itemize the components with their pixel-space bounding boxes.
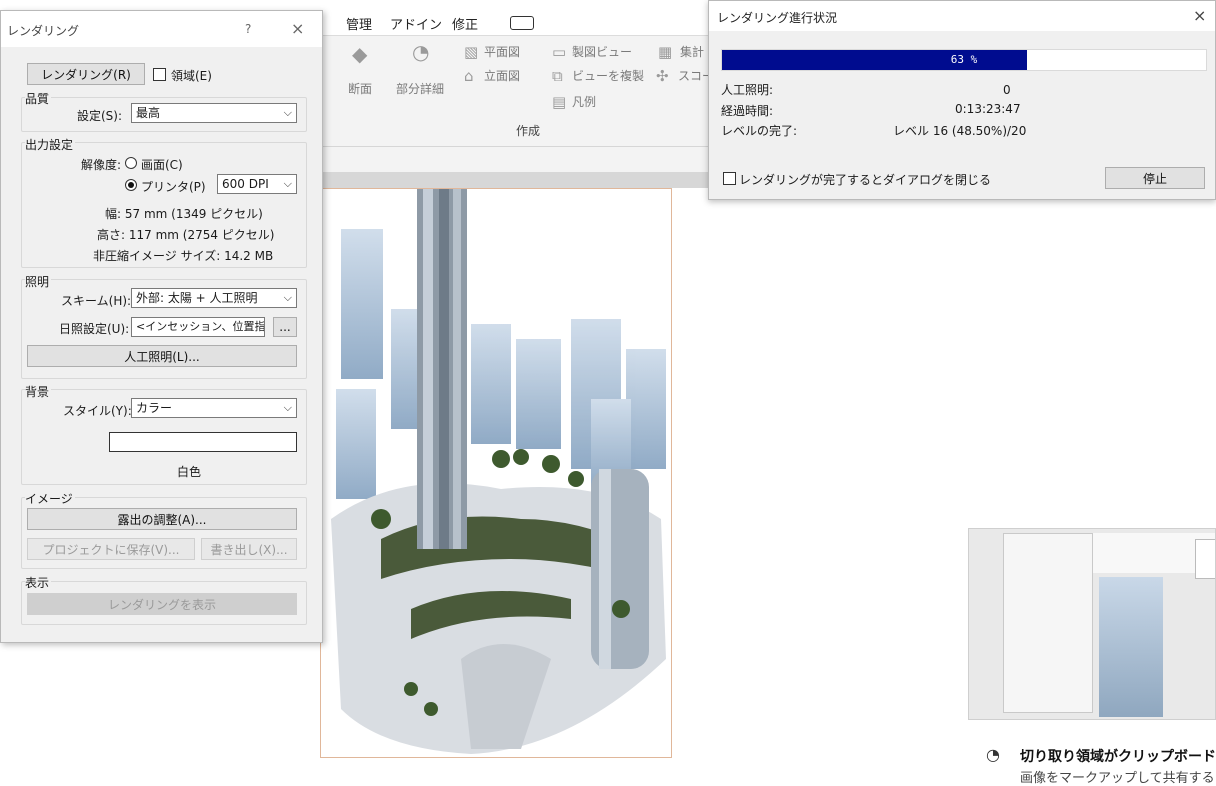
background-color-name: 白色 bbox=[177, 465, 202, 479]
sun-setting-field[interactable]: <インセッション、位置指定 bbox=[131, 317, 265, 337]
detail-part-label[interactable]: 部分詳細 bbox=[396, 80, 444, 97]
scope-box-icon: ✣ bbox=[656, 67, 669, 85]
legend-icon: ▤ bbox=[552, 93, 567, 111]
stop-button[interactable]: 停止 bbox=[1105, 167, 1205, 189]
main-tower bbox=[417, 189, 467, 549]
chevron-down-icon: ⌵ bbox=[283, 291, 292, 304]
quality-group-label: 品質 bbox=[25, 90, 52, 107]
background-group-label: 背景 bbox=[25, 383, 52, 400]
sun-setting-value: <インセッション、位置指定 bbox=[136, 320, 265, 333]
tab-modify[interactable]: 修正 bbox=[452, 14, 478, 33]
toast-title[interactable]: 切り取り領域がクリップボードに bbox=[1020, 746, 1216, 766]
artificial-light-label: 人工照明: bbox=[721, 83, 774, 97]
elapsed-time-label: 経過時間: bbox=[721, 104, 774, 118]
snip-tool-icon: ◔ bbox=[986, 745, 1000, 764]
thumbnail-dialog-preview bbox=[1003, 533, 1093, 713]
scheme-label: スキーム(H): bbox=[61, 294, 132, 308]
progress-dialog-title: レンダリング進行状況 bbox=[717, 11, 838, 25]
drafting-view-icon: ▭ bbox=[552, 43, 567, 61]
quality-setting-label: 設定(S): bbox=[77, 109, 123, 123]
sun-setting-label: 日照設定(U): bbox=[59, 322, 130, 336]
close-button[interactable]: × bbox=[1193, 6, 1206, 25]
dpi-value: 600 DPI bbox=[222, 177, 269, 191]
plan-view-icon: ▧ bbox=[464, 43, 479, 61]
rendering-dialog: レンダリング ? × レンダリング(R) 領域(E) 品質 設定(S): 最高 … bbox=[0, 10, 323, 643]
close-when-done-label: レンダリングが完了するとダイアログを閉じる bbox=[739, 173, 992, 187]
progress-dialog-titlebar[interactable]: レンダリング進行状況 × bbox=[709, 1, 1215, 31]
progress-bar: 63 % bbox=[721, 49, 1207, 71]
rendered-image bbox=[331, 189, 666, 754]
thumbnail-progress-preview bbox=[1195, 539, 1215, 579]
side-tower bbox=[591, 469, 649, 669]
adjust-exposure-button[interactable]: 露出の調整(A)... bbox=[27, 508, 297, 530]
chevron-down-icon: ⌵ bbox=[283, 106, 292, 119]
artificial-light-value: 0 bbox=[1003, 83, 1011, 97]
ribbon-panel-title: 作成 bbox=[516, 124, 541, 138]
background-style-value: カラー bbox=[136, 401, 173, 415]
region-checkbox[interactable] bbox=[153, 68, 166, 81]
elevation-view-icon: ⌂ bbox=[464, 67, 474, 85]
display-group-label: 表示 bbox=[25, 574, 52, 591]
duplicate-view-button[interactable]: ビューを複製 bbox=[572, 67, 644, 84]
close-button[interactable]: × bbox=[291, 19, 304, 38]
elapsed-time-value: 0:13:23:47 bbox=[955, 102, 1021, 116]
export-button[interactable]: 書き出し(X)... bbox=[201, 538, 297, 560]
output-group-label: 出力設定 bbox=[25, 136, 76, 153]
quality-setting-value: 最高 bbox=[136, 106, 161, 120]
ribbon-display-toggle-icon[interactable] bbox=[510, 16, 534, 30]
elevation-view-button[interactable]: 立面図 bbox=[484, 67, 520, 84]
rendering-dialog-title: レンダリング bbox=[7, 24, 80, 38]
tab-addins[interactable]: アドイン bbox=[390, 14, 442, 33]
background-style-select[interactable]: カラー ⌵ bbox=[131, 398, 297, 418]
region-label: 領域(E) bbox=[171, 69, 212, 83]
drafting-view-button[interactable]: 製図ビュー bbox=[572, 43, 632, 60]
height-info: 高さ: 117 mm (2754 ピクセル) bbox=[97, 228, 275, 242]
chevron-down-icon: ⌵ bbox=[283, 177, 292, 190]
rendering-dialog-titlebar[interactable]: レンダリング ? × bbox=[1, 11, 322, 47]
level-complete-label: レベルの完了: bbox=[721, 124, 798, 138]
background-color-swatch[interactable] bbox=[109, 432, 297, 452]
render-button[interactable]: レンダリング(R) bbox=[27, 63, 145, 85]
section-tool-label[interactable]: 断面 bbox=[348, 80, 372, 97]
scheme-select[interactable]: 外部: 太陽 + 人工照明 ⌵ bbox=[131, 288, 297, 308]
sun-setting-browse-button[interactable]: ... bbox=[273, 317, 297, 337]
show-rendering-button[interactable]: レンダリングを表示 bbox=[27, 593, 297, 615]
section-tool-icon[interactable]: ◆ bbox=[352, 44, 367, 64]
dpi-select[interactable]: 600 DPI ⌵ bbox=[217, 174, 297, 194]
chevron-down-icon: ⌵ bbox=[283, 401, 292, 414]
detail-part-icon[interactable]: ◔ bbox=[412, 42, 429, 62]
style-label: スタイル(Y): bbox=[63, 404, 132, 418]
help-button[interactable]: ? bbox=[245, 22, 251, 36]
save-to-project-button[interactable]: プロジェクトに保存(V)... bbox=[27, 538, 195, 560]
image-size-info: 非圧縮イメージ サイズ: 14.2 MB bbox=[93, 249, 274, 263]
progress-percent: 63 % bbox=[950, 53, 978, 66]
clipboard-thumbnail[interactable] bbox=[968, 528, 1216, 720]
close-when-done-checkbox[interactable] bbox=[723, 172, 736, 185]
width-info: 幅: 57 mm (1349 ピクセル) bbox=[105, 207, 263, 221]
screen-radio-label: 画面(C) bbox=[141, 158, 183, 172]
toast-subtitle[interactable]: 画像をマークアップして共有する bbox=[1020, 767, 1215, 786]
level-complete-value: レベル 16 (48.50%)/20 bbox=[893, 124, 1027, 138]
schedule-icon: ▦ bbox=[658, 43, 673, 61]
printer-radio-label: プリンタ(P) bbox=[141, 180, 206, 194]
artificial-lights-button[interactable]: 人工照明(L)... bbox=[27, 345, 297, 367]
tab-manage[interactable]: 管理 bbox=[346, 14, 372, 33]
render-viewport[interactable] bbox=[320, 188, 672, 758]
schedule-button[interactable]: 集計 bbox=[680, 43, 704, 60]
thumbnail-render-preview bbox=[1099, 577, 1163, 717]
legend-button[interactable]: 凡例 bbox=[572, 93, 596, 110]
quality-setting-select[interactable]: 最高 ⌵ bbox=[131, 103, 297, 123]
resolution-label: 解像度: bbox=[81, 158, 122, 172]
screen-radio[interactable] bbox=[125, 157, 137, 169]
rendering-progress-dialog: レンダリング進行状況 × 63 % 人工照明: 0 経過時間: 0:13:23:… bbox=[708, 0, 1216, 200]
duplicate-view-icon: ⧉ bbox=[552, 67, 563, 85]
plan-view-button[interactable]: 平面図 bbox=[484, 43, 520, 60]
printer-radio[interactable] bbox=[125, 179, 137, 191]
lighting-group-label: 照明 bbox=[25, 273, 52, 290]
scheme-value: 外部: 太陽 + 人工照明 bbox=[136, 291, 258, 305]
image-group-label: イメージ bbox=[25, 490, 75, 507]
